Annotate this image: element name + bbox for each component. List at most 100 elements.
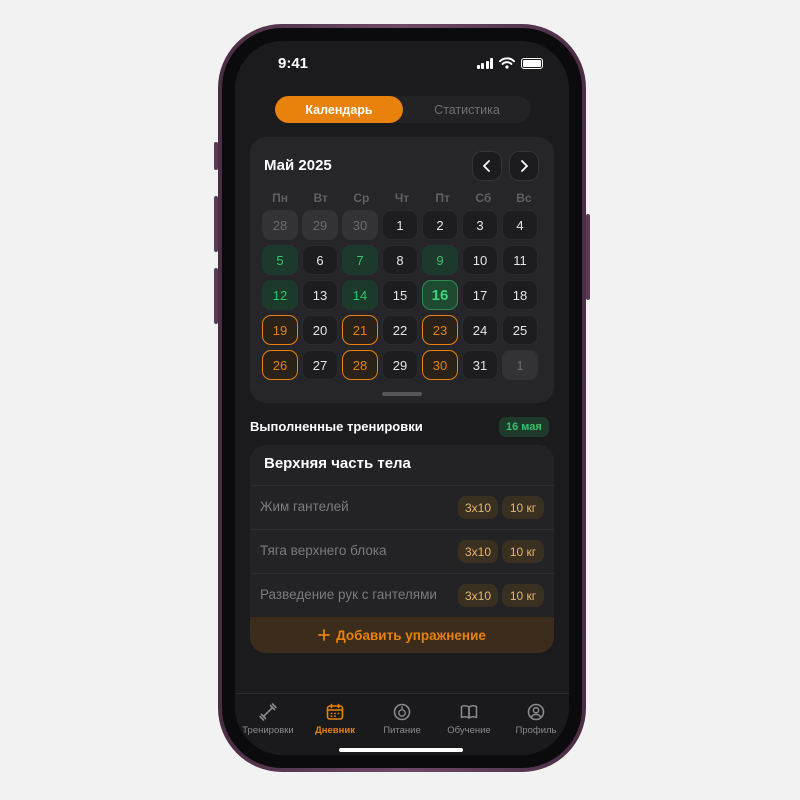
exercise-row[interactable]: Тяга верхнего блока 3x10 10 кг	[250, 529, 554, 573]
calendar-day[interactable]: 9	[422, 245, 458, 275]
weight-chip: 10 кг	[502, 496, 544, 519]
calendar-day[interactable]: 25	[502, 315, 538, 345]
calendar-day[interactable]: 7	[342, 245, 378, 275]
chevron-left-icon	[483, 160, 490, 172]
weight-chip: 10 кг	[502, 584, 544, 607]
weekday-label: Сб	[475, 191, 492, 205]
calendar-day[interactable]: 16	[422, 280, 458, 310]
mute-switch	[214, 142, 218, 170]
battery-icon	[521, 57, 543, 69]
calendar-day[interactable]: 21	[342, 315, 378, 345]
completed-workouts-title: Выполненные тренировки	[250, 419, 423, 434]
exercise-name: Разведение рук с гантелями	[260, 587, 437, 602]
tab-workouts[interactable]: Тренировки	[235, 702, 301, 736]
calendar-day[interactable]: 10	[462, 245, 498, 275]
calendar-card: Май 2025 Пн Вт Ср Чт Пт Сб Вс 28 29 30 1 2 3 4 5 6 7 8 9 1…	[250, 137, 554, 403]
profile-icon	[527, 703, 545, 721]
weekday-label: Вс	[516, 191, 532, 205]
calendar-day[interactable]: 27	[302, 350, 338, 380]
calendar-day[interactable]: 12	[262, 280, 298, 310]
status-time: 9:41	[278, 55, 309, 72]
add-exercise-label: Добавить упражнение	[336, 627, 486, 643]
volume-up-button	[214, 196, 218, 252]
tab-profile[interactable]: Профиль	[503, 702, 569, 736]
calendar-day[interactable]: 1	[502, 350, 538, 380]
sets-chip: 3x10	[458, 540, 498, 563]
calendar-day[interactable]: 28	[262, 210, 298, 240]
calendar-day[interactable]: 14	[342, 280, 378, 310]
wifi-icon	[499, 57, 515, 69]
add-exercise-button[interactable]: Добавить упражнение	[250, 617, 554, 653]
calendar-day[interactable]: 13	[302, 280, 338, 310]
calendar-day[interactable]: 11	[502, 245, 538, 275]
calendar-day[interactable]: 18	[502, 280, 538, 310]
calendar-day[interactable]: 4	[502, 210, 538, 240]
calendar-day[interactable]: 20	[302, 315, 338, 345]
weekday-label: Пн	[272, 191, 288, 205]
plus-icon	[318, 629, 331, 641]
power-button	[586, 214, 590, 300]
tab-nutrition[interactable]: Питание	[369, 702, 435, 736]
next-month-button[interactable]	[509, 151, 539, 181]
bottom-tab-bar: Тренировки Дневник Питание Обучение Проф…	[235, 693, 569, 755]
exercise-row[interactable]: Жим гантелей 3x10 10 кг	[250, 485, 554, 529]
sets-chip: 3x10	[458, 584, 498, 607]
calendar-day[interactable]: 28	[342, 350, 378, 380]
view-switcher: Календарь Статистика	[275, 96, 531, 123]
calendar-day[interactable]: 29	[302, 210, 338, 240]
exercise-name: Тяга верхнего блока	[260, 543, 387, 558]
sets-chip: 3x10	[458, 496, 498, 519]
status-bar: 9:41	[235, 41, 569, 85]
tab-label: Тренировки	[242, 725, 294, 736]
calendar-day[interactable]: 22	[382, 315, 418, 345]
signal-icon	[476, 57, 493, 69]
tab-learning[interactable]: Обучение	[436, 702, 502, 736]
weekday-label: Чт	[394, 191, 410, 205]
workout-title: Верхняя часть тела	[264, 455, 411, 472]
tab-label: Обучение	[447, 725, 491, 736]
workout-card: Верхняя часть тела Жим гантелей 3x10 10 …	[250, 445, 554, 653]
collapse-handle[interactable]	[382, 392, 422, 396]
calendar-grid: 28 29 30 1 2 3 4 5 6 7 8 9 10 11 12 13 14 15 16 17 18 19 20 21 2…	[262, 210, 542, 380]
home-indicator	[339, 748, 463, 752]
chevron-right-icon	[521, 160, 528, 172]
tab-label: Дневник	[315, 725, 355, 736]
weekday-header: Пн Вт Ср Чт Пт Сб Вс	[262, 191, 542, 205]
calendar-day[interactable]: 30	[342, 210, 378, 240]
exercise-row[interactable]: Разведение рук с гантелями 3x10 10 кг	[250, 573, 554, 617]
dumbbell-icon	[259, 703, 277, 721]
tab-calendar[interactable]: Календарь	[275, 96, 403, 123]
nutrition-icon	[393, 703, 411, 721]
weekday-label: Ср	[353, 191, 370, 205]
volume-down-button	[214, 268, 218, 324]
tab-label: Питание	[383, 725, 421, 736]
calendar-day[interactable]: 24	[462, 315, 498, 345]
date-badge: 16 мая	[499, 417, 549, 437]
tab-statistics[interactable]: Статистика	[403, 96, 531, 123]
calendar-day[interactable]: 1	[382, 210, 418, 240]
calendar-month-title: Май 2025	[264, 157, 332, 174]
calendar-day[interactable]: 5	[262, 245, 298, 275]
calendar-day[interactable]: 3	[462, 210, 498, 240]
calendar-day[interactable]: 31	[462, 350, 498, 380]
weekday-label: Вт	[313, 191, 328, 205]
calendar-icon	[326, 703, 344, 720]
weight-chip: 10 кг	[502, 540, 544, 563]
book-icon	[460, 705, 478, 719]
calendar-day[interactable]: 26	[262, 350, 298, 380]
calendar-day[interactable]: 6	[302, 245, 338, 275]
calendar-day[interactable]: 17	[462, 280, 498, 310]
calendar-day[interactable]: 2	[422, 210, 458, 240]
exercise-name: Жим гантелей	[260, 499, 349, 514]
calendar-day[interactable]: 23	[422, 315, 458, 345]
tab-label: Профиль	[515, 725, 557, 736]
tab-diary[interactable]: Дневник	[302, 702, 368, 736]
weekday-label: Пт	[435, 191, 450, 205]
calendar-day[interactable]: 8	[382, 245, 418, 275]
app-screen: 9:41 Календарь Статистика Май 2025 Пн Вт С…	[235, 41, 569, 755]
calendar-day[interactable]: 15	[382, 280, 418, 310]
calendar-day[interactable]: 19	[262, 315, 298, 345]
prev-month-button[interactable]	[472, 151, 502, 181]
calendar-day[interactable]: 29	[382, 350, 418, 380]
calendar-day[interactable]: 30	[422, 350, 458, 380]
